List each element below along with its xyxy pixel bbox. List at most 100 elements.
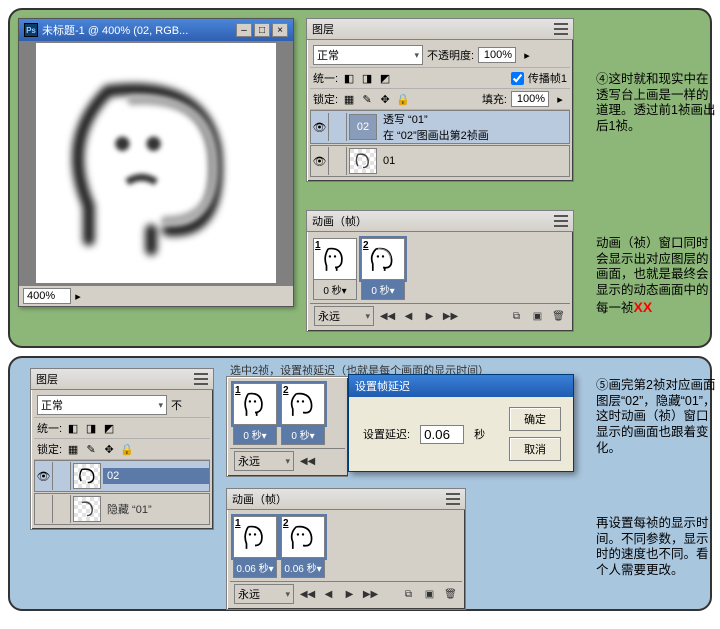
- titlebar[interactable]: Ps 未标题-1 @ 400% (02, RGB... – □ ×: [19, 19, 293, 41]
- next-frame-button[interactable]: ▶▶: [443, 309, 458, 324]
- frames-strip: 1 0 秒▾ 2 0 秒▾: [310, 235, 570, 303]
- lock-move-icon[interactable]: ✥: [102, 442, 116, 456]
- propagate-label: 传播帧1: [528, 70, 567, 86]
- zoom-level[interactable]: 400%: [23, 288, 71, 304]
- unify-visibility-icon[interactable]: ◨: [84, 421, 98, 435]
- lock-brush-icon[interactable]: ✎: [84, 442, 98, 456]
- loop-dropdown[interactable]: 永远▾: [314, 306, 374, 326]
- first-frame-button[interactable]: ◀◀: [300, 587, 315, 602]
- visibility-toggle-icon[interactable]: 👁: [311, 113, 329, 141]
- layer-row-01[interactable]: 👁 01: [310, 145, 570, 177]
- prev-frame-button[interactable]: ◀: [401, 309, 416, 324]
- lock-brush-icon[interactable]: ✎: [360, 92, 374, 106]
- delete-frame-button[interactable]: 🗑: [443, 587, 458, 602]
- unify-position-icon[interactable]: ◧: [66, 421, 80, 435]
- frame-delay[interactable]: 0 秒▾: [233, 425, 277, 445]
- panel-menu-icon[interactable]: [554, 23, 568, 35]
- layer-row-01[interactable]: 隐藏 “01”: [34, 493, 210, 525]
- animation-panel-upper: 1 0 秒▾ 2 0 秒▾ 永远▾ ◀◀: [226, 376, 348, 477]
- frame-1[interactable]: 1 0 秒▾: [233, 383, 277, 445]
- annotation-5: ⑤画完第2祯对应画面图层“02”，隐藏“01”，这时动画（祯）窗口显示的画面也跟…: [596, 378, 716, 456]
- lock-move-icon[interactable]: ✥: [378, 92, 392, 106]
- link-cell[interactable]: [53, 462, 71, 490]
- frame-1[interactable]: 1 0 秒▾: [313, 238, 357, 300]
- opacity-field[interactable]: 100%: [478, 47, 516, 63]
- panel-menu-icon[interactable]: [194, 373, 208, 385]
- status-bar: 400% ▸: [19, 285, 293, 306]
- annotation-time: 再设置每祯的显示时间。不同参数，显示时的速度也不同。看个人需要更改。: [596, 516, 716, 579]
- fill-field[interactable]: 100%: [511, 91, 549, 107]
- delete-frame-button[interactable]: 🗑: [551, 309, 566, 324]
- tween-button[interactable]: ⧉: [509, 309, 524, 324]
- fill-label: 填充:: [482, 91, 507, 107]
- animation-panel: 动画（帧） 1 0 秒▾ 2 0 秒▾ 永远▾ ◀◀ ◀ ▶ ▶▶: [306, 210, 574, 332]
- layer-01-label: 01: [379, 155, 569, 167]
- link-cell[interactable]: [329, 147, 347, 175]
- opacity-abbr: 不: [171, 397, 182, 413]
- layer-row-02[interactable]: 👁 02 透写 “01” 在 “02”图画出第2祯画: [310, 110, 570, 144]
- opacity-label: 不透明度:: [427, 47, 474, 63]
- frame-delay[interactable]: 0 秒▾: [361, 280, 405, 300]
- frame-delay[interactable]: 0.06 秒▾: [233, 558, 277, 578]
- frame-delay[interactable]: 0 秒▾: [281, 425, 325, 445]
- frame-1[interactable]: 1 0.06 秒▾: [233, 516, 277, 578]
- delay-unit: 秒: [474, 426, 485, 442]
- play-button[interactable]: ▶: [422, 309, 437, 324]
- cancel-button[interactable]: 取消: [509, 437, 561, 461]
- link-cell[interactable]: [53, 495, 71, 523]
- ok-button[interactable]: 确定: [509, 407, 561, 431]
- first-frame-button[interactable]: ◀◀: [300, 454, 315, 469]
- chevron-right-icon[interactable]: ▸: [553, 92, 567, 106]
- first-frame-button[interactable]: ◀◀: [380, 309, 395, 324]
- maximize-button[interactable]: □: [254, 23, 270, 37]
- layer-01-hide-label: 隐藏 “01”: [103, 501, 209, 517]
- next-frame-button[interactable]: ▶▶: [363, 587, 378, 602]
- visibility-toggle-icon[interactable]: 👁: [35, 462, 53, 490]
- visibility-toggle-icon[interactable]: 👁: [311, 147, 329, 175]
- play-button[interactable]: ▶: [342, 587, 357, 602]
- chevron-right-icon[interactable]: ▸: [71, 289, 85, 303]
- layer-02-label: 02: [103, 468, 209, 484]
- layers-panel: 图层 正常▾ 不 统一: ◧ ◨ ◩ 锁定: ▦ ✎ ✥ 🔒 👁: [30, 368, 214, 530]
- lock-all-icon[interactable]: 🔒: [396, 92, 410, 106]
- tween-button[interactable]: ⧉: [401, 587, 416, 602]
- unify-visibility-icon[interactable]: ◨: [360, 71, 374, 85]
- anim-panel-title: 动画（帧）: [312, 213, 367, 229]
- layer-thumb-01: [73, 496, 101, 522]
- prev-frame-button[interactable]: ◀: [321, 587, 336, 602]
- frame-2[interactable]: 2 0 秒▾: [281, 383, 325, 445]
- new-frame-button[interactable]: ▣: [530, 309, 545, 324]
- frame-2[interactable]: 2 0.06 秒▾: [281, 516, 325, 578]
- layers-panel-title: 图层: [36, 371, 58, 387]
- propagate-checkbox[interactable]: [511, 72, 524, 85]
- unify-style-icon[interactable]: ◩: [102, 421, 116, 435]
- unify-label: 统一:: [37, 420, 62, 436]
- minimize-button[interactable]: –: [236, 23, 252, 37]
- lock-transparency-icon[interactable]: ▦: [66, 442, 80, 456]
- lock-all-icon[interactable]: 🔒: [120, 442, 134, 456]
- layer-row-02[interactable]: 👁 02: [34, 460, 210, 492]
- link-cell[interactable]: [329, 113, 347, 141]
- unify-position-icon[interactable]: ◧: [342, 71, 356, 85]
- unify-style-icon[interactable]: ◩: [378, 71, 392, 85]
- dialog-title: 设置帧延迟: [355, 378, 410, 394]
- loop-dropdown[interactable]: 永远▾: [234, 451, 294, 471]
- layer-thumb-01: [349, 148, 377, 174]
- frame-2[interactable]: 2 0 秒▾: [361, 238, 405, 300]
- frame-delay-dialog: 设置帧延迟 设置延迟: 秒 确定 取消: [348, 374, 574, 472]
- blend-mode-dropdown[interactable]: 正常▾: [37, 395, 167, 415]
- loop-dropdown[interactable]: 永远▾: [234, 584, 294, 604]
- frame-delay[interactable]: 0 秒▾: [313, 280, 357, 300]
- panel-menu-icon[interactable]: [446, 493, 460, 505]
- visibility-toggle-icon[interactable]: [35, 495, 53, 523]
- canvas[interactable]: [36, 43, 276, 283]
- delay-input[interactable]: [420, 425, 464, 444]
- panel-menu-icon[interactable]: [554, 215, 568, 227]
- blend-mode-dropdown[interactable]: 正常▾: [313, 45, 423, 65]
- lock-transparency-icon[interactable]: ▦: [342, 92, 356, 106]
- frame-delay[interactable]: 0.06 秒▾: [281, 558, 325, 578]
- close-button[interactable]: ×: [272, 23, 288, 37]
- layer-02-desc: 透写 “01” 在 “02”图画出第2祯画: [379, 111, 569, 143]
- new-frame-button[interactable]: ▣: [422, 587, 437, 602]
- chevron-right-icon[interactable]: ▸: [520, 48, 534, 62]
